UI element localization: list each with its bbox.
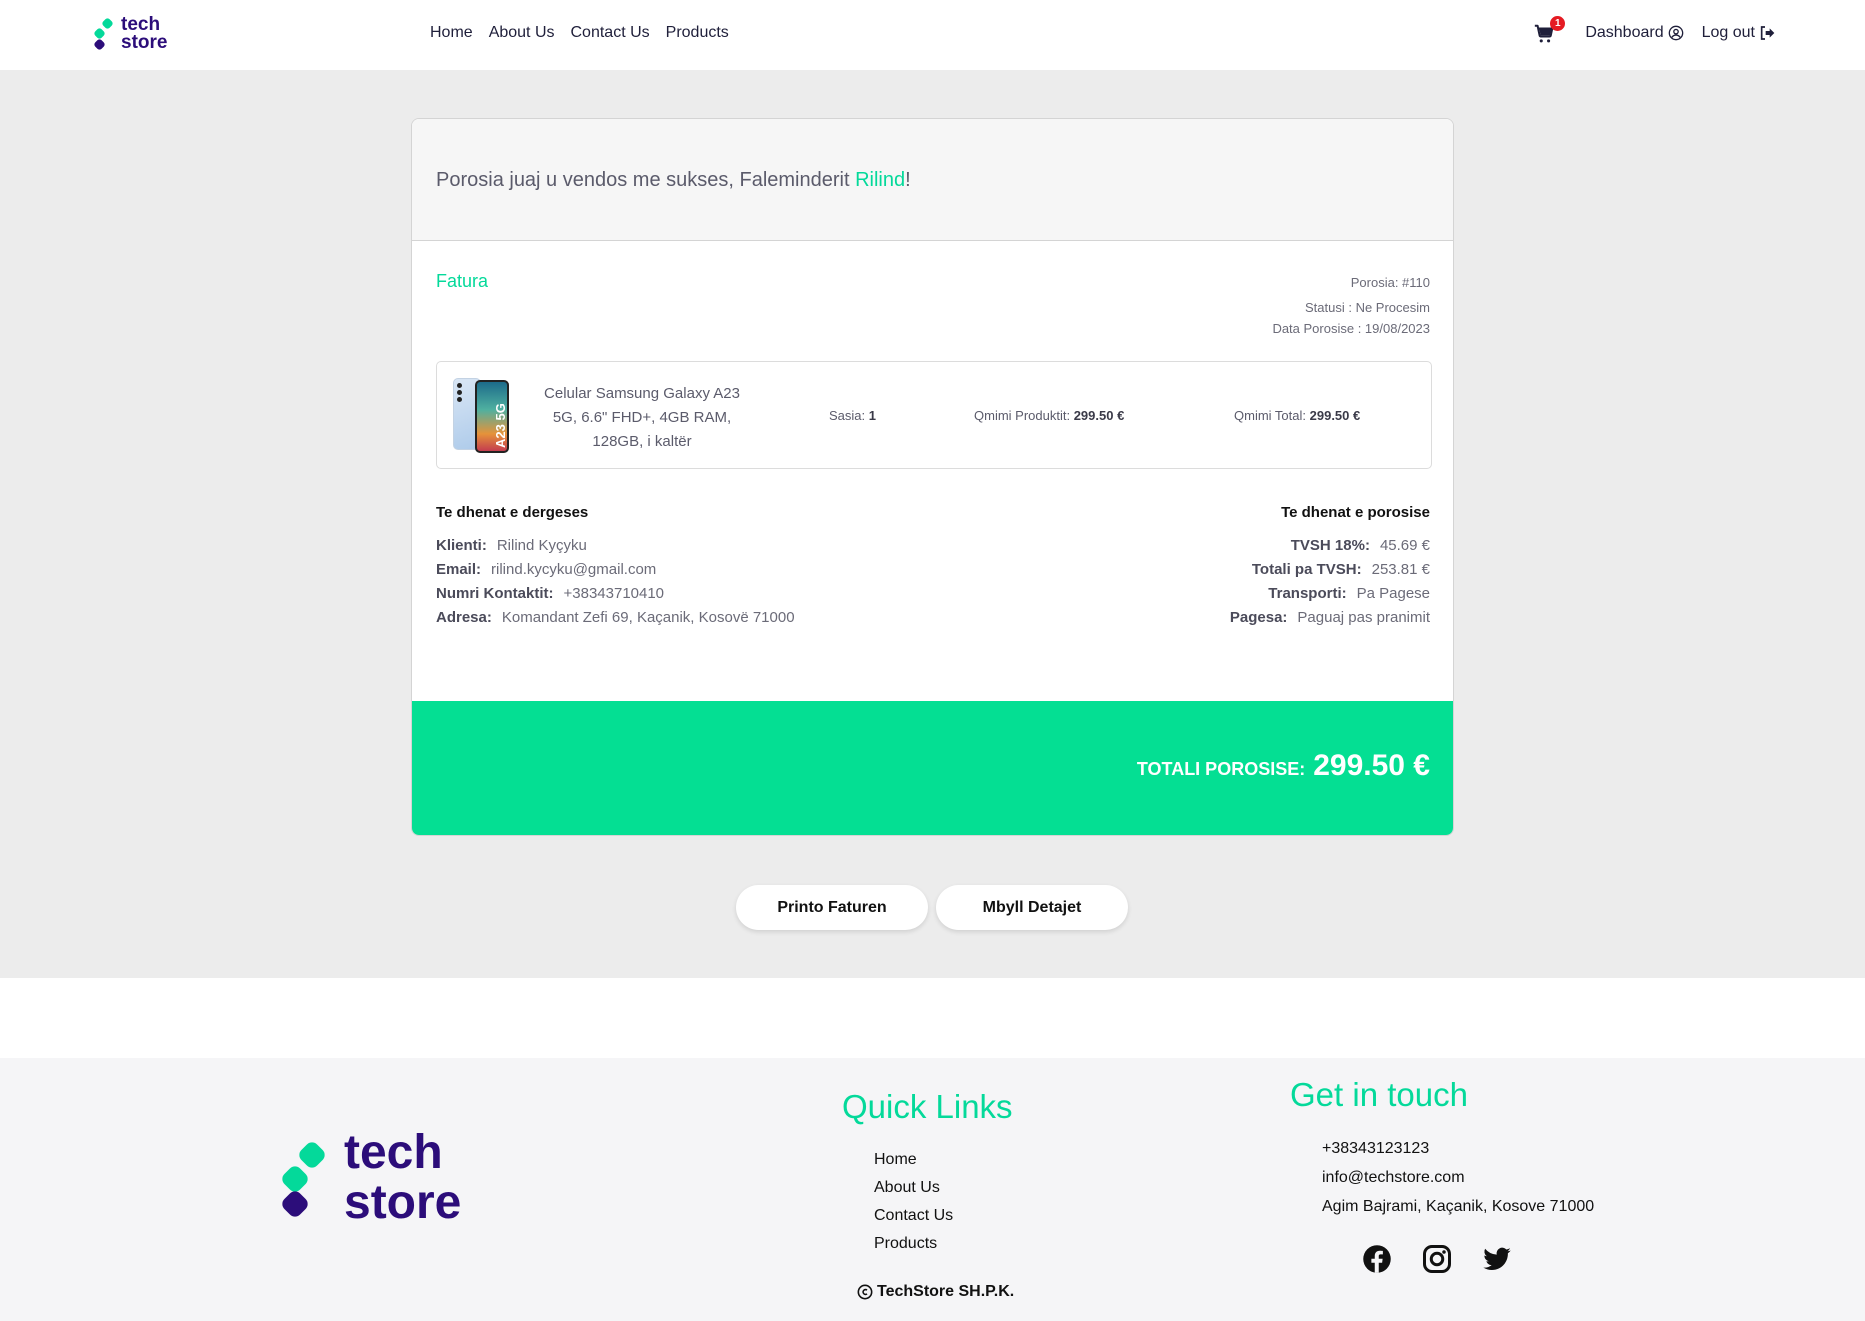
dashboard-link[interactable]: Dashboard	[1585, 24, 1683, 42]
quick-links: Home About Us Contact Us Products	[874, 1146, 953, 1258]
footer-link-about-us[interactable]: About Us	[874, 1174, 953, 1202]
cart-count-badge: 1	[1550, 16, 1566, 31]
nav-home[interactable]: Home	[430, 24, 473, 42]
logo-mark-icon	[93, 16, 115, 52]
nav-about-us[interactable]: About Us	[489, 24, 555, 42]
quick-links-title: Quick Links	[842, 1088, 1013, 1125]
shipping-title: Te dhenat e dergeses	[436, 504, 589, 521]
shipping-row-phone: Numri Kontaktit: +38343710410	[436, 585, 665, 602]
brand-logo[interactable]: tech store	[93, 14, 168, 53]
order-confirmation-card: Porosia juaj u vendos me sukses, Falemin…	[411, 118, 1454, 836]
invoice-title: Fatura	[436, 271, 489, 291]
order-details: TVSH 18%: 45.69 € Totali pa TVSH: 253.81 €…	[1230, 534, 1430, 630]
product-quantity: Sasia: 1	[829, 408, 876, 423]
order-row-vat: TVSH 18%: 45.69 €	[1290, 537, 1430, 554]
order-item-row: A23 5G Celular Samsung Galaxy A23 5G, 6.…	[436, 361, 1432, 469]
main-nav: Home About Us Contact Us Products	[430, 24, 729, 42]
dashboard-label: Dashboard	[1585, 24, 1664, 41]
product-unit-price: Qmimi Produktit: 299.50 €	[974, 408, 1125, 423]
user-circle-icon	[1668, 25, 1683, 41]
product-image-label: A23 5G	[493, 403, 508, 448]
shipping-details: Klienti: Rilind Kyçyku Email: rilind.kycyk…	[436, 534, 795, 630]
footer-logo-mark-icon	[279, 1136, 330, 1220]
social-links	[1362, 1244, 1512, 1274]
order-total-value: 299.50 €	[1313, 749, 1430, 782]
contact-phone: +38343123123	[1322, 1140, 1430, 1157]
print-invoice-button[interactable]: Printo Faturen	[736, 885, 928, 930]
logout-label: Log out	[1701, 24, 1755, 41]
logout-link[interactable]: Log out	[1702, 24, 1775, 42]
get-in-touch-title: Get in touch	[1290, 1076, 1468, 1113]
footer-logo-text: tech store	[344, 1126, 462, 1229]
order-total-bar: TOTALI POROSISE: 299.50 €	[412, 701, 1453, 835]
copyright-text: TechStore SH.P.K.	[877, 1283, 1015, 1300]
instagram-icon[interactable]	[1422, 1244, 1452, 1274]
order-details-title: Te dhenat e porosise	[1281, 504, 1430, 521]
contact-email: info@techstore.com	[1322, 1169, 1465, 1186]
logout-icon	[1760, 26, 1775, 40]
order-status: Statusi : Ne Procesim	[1305, 300, 1430, 315]
contact-address: Agim Bajrami, Kaçanik, Kosove 71000	[1322, 1198, 1595, 1215]
shipping-row-client: Klienti: Rilind Kyçyku	[436, 537, 587, 554]
footer-link-contact-us[interactable]: Contact Us	[874, 1202, 953, 1230]
facebook-icon[interactable]	[1362, 1244, 1392, 1274]
order-total: TOTALI POROSISE: 299.50 €	[1137, 749, 1430, 783]
nav-right: 1 Dashboard Log out	[1533, 16, 1775, 46]
contact-info: +38343123123 info@techstore.com Agim Baj…	[1322, 1134, 1594, 1221]
order-meta: Porosia: #110 Statusi : Ne Procesim Data…	[1272, 272, 1430, 339]
copyright: TechStore SH.P.K.	[857, 1283, 1014, 1301]
logo-text: tech store	[121, 14, 168, 53]
product-image: A23 5G	[453, 378, 513, 453]
order-row-subtotal: Totali pa TVSH: 253.81 €	[1251, 561, 1430, 578]
cart-button[interactable]: 1	[1533, 16, 1566, 46]
confirmation-message: Porosia juaj u vendos me sukses, Falemin…	[436, 169, 911, 191]
nav-contact-us[interactable]: Contact Us	[571, 24, 650, 42]
product-line-total: Qmimi Total: 299.50 €	[1234, 408, 1361, 423]
shipping-row-address: Adresa: Komandant Zefi 69, Kaçanik, Kosov…	[436, 609, 795, 626]
copyright-icon	[857, 1284, 873, 1300]
order-row-shipping: Transporti: Pa Pagese	[1268, 585, 1430, 602]
footer-logo[interactable]: tech store	[279, 1126, 462, 1229]
nav-products[interactable]: Products	[666, 24, 729, 42]
navbar: tech store Home About Us Contact Us Prod…	[0, 0, 1865, 70]
close-details-button[interactable]: Mbyll Detajet	[936, 885, 1128, 930]
product-name: Celular Samsung Galaxy A23 5G, 6.6" FHD+…	[544, 385, 740, 450]
shipping-row-email: Email: rilind.kycyku@gmail.com	[436, 561, 657, 578]
order-row-payment: Pagesa: Paguaj pas pranimit	[1229, 609, 1430, 626]
customer-name: Rilind	[855, 169, 906, 191]
order-date: Data Porosise : 19/08/2023	[1272, 321, 1430, 336]
twitter-icon[interactable]	[1482, 1244, 1512, 1274]
footer-link-products[interactable]: Products	[874, 1230, 953, 1258]
order-number: Porosia: #110	[1350, 275, 1430, 290]
card-header: Porosia juaj u vendos me sukses, Falemin…	[412, 119, 1453, 241]
footer-link-home[interactable]: Home	[874, 1146, 953, 1174]
order-total-label: TOTALI POROSISE:	[1136, 759, 1306, 779]
